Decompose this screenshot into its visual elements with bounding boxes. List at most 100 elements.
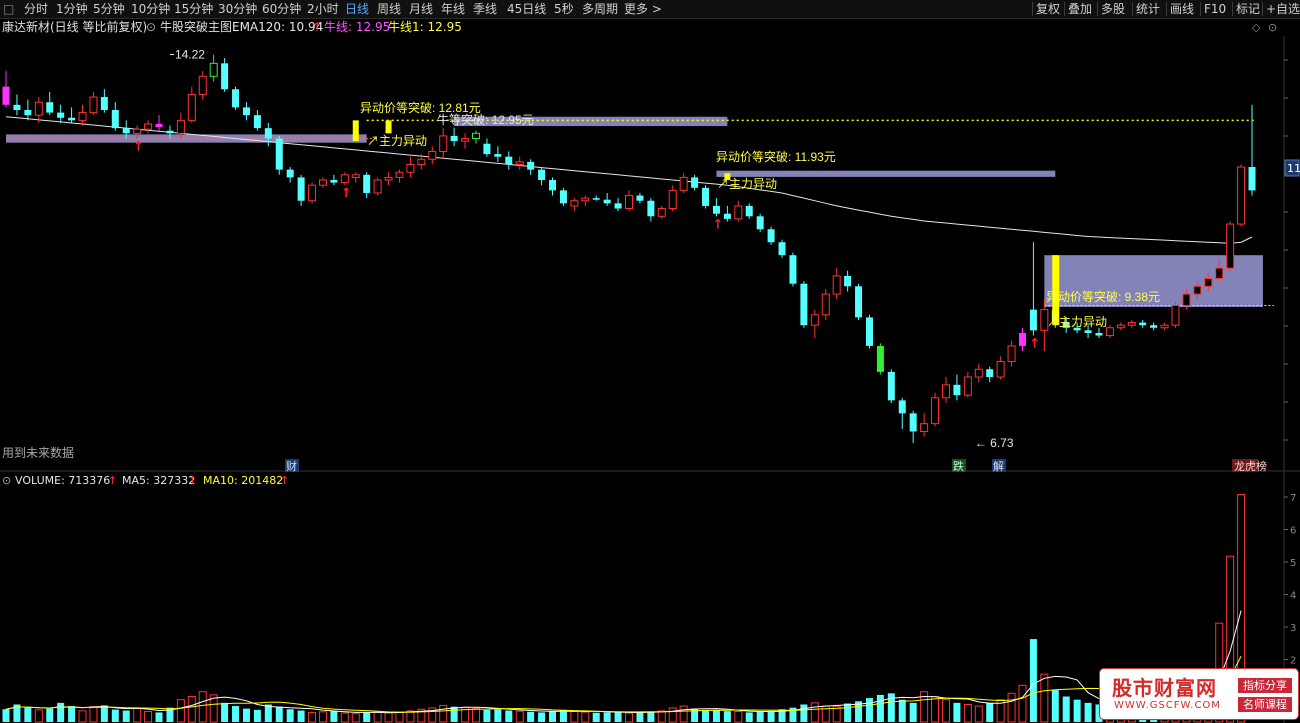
candle-body xyxy=(1018,332,1026,346)
volume-bar xyxy=(122,710,130,722)
kline-chart[interactable]: ↑↑↑↑14.22← 6.73异动价等突破: 12.81元牛等突破: 12.95… xyxy=(0,0,1300,723)
volume-bar xyxy=(832,706,841,723)
volume-bar xyxy=(505,710,513,722)
break-label-3: 异动价等突破: 11.93元 xyxy=(716,149,836,164)
volume-bar xyxy=(264,704,272,722)
buy-arrow-icon: ↑ xyxy=(712,217,723,232)
volume-bar xyxy=(810,702,819,723)
breakout-band-3 xyxy=(716,170,1056,177)
volume-bar xyxy=(198,691,207,723)
volume-value: VOLUME: 713376 xyxy=(15,474,111,487)
candle-body xyxy=(614,203,622,209)
volume-axis-label: 2 xyxy=(1290,656,1296,667)
candle-body xyxy=(297,177,305,201)
candle-body xyxy=(734,205,743,220)
candle-body xyxy=(1204,278,1213,287)
candle-body xyxy=(570,200,579,207)
candle-body xyxy=(657,208,666,217)
candle-body xyxy=(450,135,458,142)
candle-body xyxy=(330,180,338,183)
candle-body xyxy=(756,216,764,230)
event-tag-cai: 财 xyxy=(286,459,297,473)
volume-bar xyxy=(187,695,196,723)
break-label-2: 牛等突破: 12.95元 xyxy=(437,112,534,127)
candle-body xyxy=(636,195,644,201)
volume-bar xyxy=(308,711,317,723)
volume-bar xyxy=(679,705,688,723)
volume-bar xyxy=(636,712,644,722)
volume-bar xyxy=(34,709,43,723)
candle-body xyxy=(603,199,611,204)
candle-body xyxy=(318,179,327,186)
candle-body xyxy=(24,110,32,116)
volume-bar xyxy=(483,709,491,722)
candle-body xyxy=(275,138,283,170)
volume-bar xyxy=(953,702,961,722)
candle-body xyxy=(57,112,65,118)
candle-body xyxy=(68,117,76,121)
candle-body xyxy=(668,189,677,210)
candle-body xyxy=(198,75,207,95)
watermark-url: WWW.GSCFW.COM xyxy=(1114,700,1221,711)
ma5-value: MA5: 327332 xyxy=(122,474,196,487)
candle-body xyxy=(187,93,196,121)
volume-collapse-icon[interactable]: ⊙ xyxy=(2,473,11,488)
candle-body xyxy=(527,161,535,170)
volume-bar xyxy=(734,710,743,723)
event-tag-bang: 龙虎榜 xyxy=(1234,459,1267,473)
candle-body xyxy=(1237,166,1246,225)
volume-bar xyxy=(494,709,502,722)
candle-body xyxy=(559,190,567,204)
candle-body xyxy=(953,384,961,396)
candle-body xyxy=(1084,330,1092,333)
candle-body xyxy=(471,132,480,140)
candle-body xyxy=(122,128,130,134)
main-force-label-2: ↗主力异动 xyxy=(717,177,777,191)
candle-body xyxy=(832,275,841,295)
volume-bar xyxy=(876,694,884,722)
candle-body xyxy=(1193,285,1202,295)
ma10-arrow-icon: ↑ xyxy=(280,474,290,487)
candle-body xyxy=(144,123,153,130)
candle-body xyxy=(13,104,21,110)
volume-bar xyxy=(221,702,229,722)
candle-body xyxy=(855,286,863,318)
candle-body xyxy=(887,371,895,401)
volume-bar xyxy=(242,708,250,722)
volume-bar xyxy=(941,699,950,723)
volume-bar xyxy=(570,710,579,723)
volume-bar xyxy=(1051,690,1059,722)
volume-bar xyxy=(538,712,546,722)
volume-bar xyxy=(68,706,76,722)
candle-body xyxy=(34,101,43,116)
candle-body xyxy=(428,150,437,160)
candle-body xyxy=(625,195,634,210)
volume-bar xyxy=(384,712,393,723)
candle-body xyxy=(46,102,54,113)
volume-bar xyxy=(745,712,753,722)
candle-body xyxy=(702,187,710,206)
volume-bar xyxy=(232,706,240,722)
candle-body xyxy=(209,62,218,77)
volume-bar xyxy=(767,710,775,722)
candle-body xyxy=(78,112,87,121)
buy-arrow-icon: ↑ xyxy=(133,140,144,155)
candle-body xyxy=(242,107,250,116)
volume-bar xyxy=(351,713,360,723)
volume-bar xyxy=(1073,699,1081,722)
candle-body xyxy=(253,115,261,129)
volume-bar xyxy=(898,699,906,722)
volume-bar xyxy=(974,705,983,723)
candle-body xyxy=(155,124,163,128)
main-force-label-1: ↗主力异动 xyxy=(367,134,427,148)
candle-body xyxy=(1226,223,1235,269)
volume-bar xyxy=(1007,692,1016,723)
volume-bar xyxy=(1062,696,1070,722)
candle-body xyxy=(974,368,983,378)
candle-body xyxy=(286,169,294,178)
volume-bar xyxy=(373,710,382,723)
candle-body xyxy=(505,156,513,165)
candle-body xyxy=(221,63,229,90)
event-tag-jie: 解 xyxy=(993,459,1004,473)
candle-body xyxy=(395,171,404,178)
